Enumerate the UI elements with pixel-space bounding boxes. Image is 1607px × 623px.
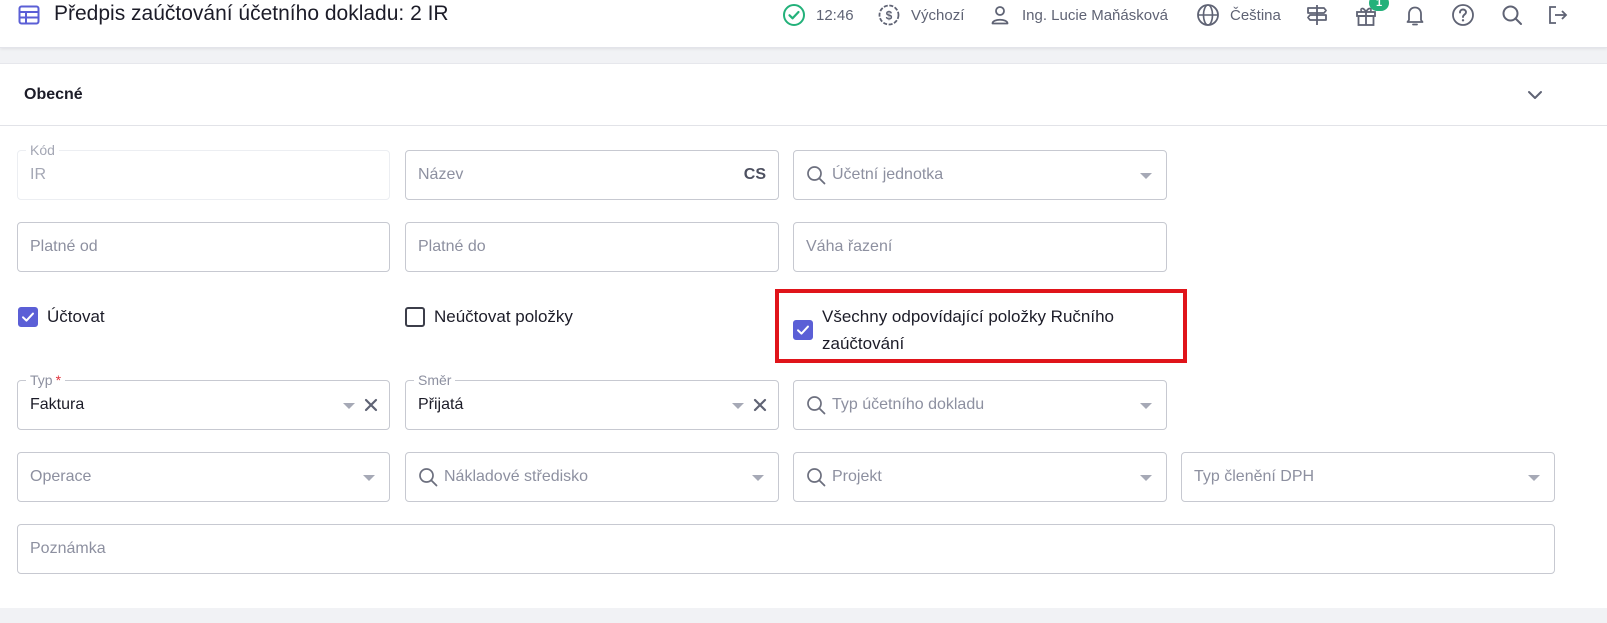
do-not-post-items-checkbox[interactable]: Neúčtovat položky <box>405 307 573 330</box>
globe-icon <box>1197 4 1219 26</box>
note-placeholder: Poznámka <box>30 540 106 557</box>
notification-badge: 1 <box>1369 0 1389 11</box>
svg-text:$: $ <box>886 9 893 23</box>
cost-center-select[interactable]: Nákladové středisko <box>405 452 779 502</box>
chevron-down-icon[interactable] <box>1524 84 1546 106</box>
caret-down-icon <box>1528 475 1540 481</box>
do-not-post-items-label: Neúčtovat položky <box>434 307 573 326</box>
session-time: 12:46 <box>816 6 854 24</box>
note-field[interactable]: Poznámka <box>17 524 1555 574</box>
document-type-placeholder: Typ účetního dokladu <box>832 396 985 413</box>
vat-breakdown-type-placeholder: Typ členění DPH <box>1194 468 1315 485</box>
caret-down-icon <box>363 475 375 481</box>
checkbox-unchecked[interactable] <box>405 307 425 327</box>
type-value: Faktura <box>30 396 85 413</box>
sort-weight-placeholder: Váha řazení <box>806 238 893 255</box>
required-mark: * <box>55 372 62 388</box>
valid-to-field[interactable]: Platné do <box>405 222 779 272</box>
checkbox-checked[interactable] <box>18 307 38 327</box>
close-icon[interactable] <box>752 397 768 413</box>
table-icon <box>18 5 40 25</box>
direction-label: Směr <box>414 371 456 389</box>
currency-profile-label: Výchozí <box>911 6 965 24</box>
caret-down-icon <box>1140 173 1152 179</box>
search-icon[interactable] <box>1500 3 1524 27</box>
bell-icon[interactable] <box>1403 3 1427 27</box>
help-icon[interactable] <box>1451 3 1475 27</box>
search-icon <box>807 468 826 487</box>
user-icon <box>991 6 1009 25</box>
accounting-unit-select[interactable]: Účetní jednotka <box>793 150 1167 200</box>
search-icon <box>419 468 438 487</box>
operation-placeholder: Operace <box>30 468 92 485</box>
page-title: Předpis zaúčtování účetního dokladu: 2 I… <box>54 2 449 25</box>
language-selector[interactable]: Čeština <box>1196 3 1281 27</box>
code-field: Kód IR <box>17 141 390 200</box>
direction-select[interactable]: Směr Přijatá <box>405 371 779 430</box>
caret-down-icon <box>1140 475 1152 481</box>
accounting-unit-placeholder: Účetní jednotka <box>832 166 944 183</box>
operation-select[interactable]: Operace <box>17 452 390 502</box>
session-status[interactable]: 12:46 <box>782 3 854 27</box>
caret-down-icon <box>752 475 764 481</box>
name-language-toggle[interactable]: CS <box>744 166 766 184</box>
valid-from-field[interactable]: Platné od <box>17 222 390 272</box>
direction-value: Přijatá <box>418 396 464 413</box>
post-checkbox[interactable]: Účtovat <box>18 307 105 330</box>
project-placeholder: Projekt <box>832 468 882 485</box>
cost-center-placeholder: Nákladové středisko <box>444 468 589 485</box>
code-value: IR <box>30 166 46 183</box>
currency-profile-selector[interactable]: $ Výchozí <box>877 3 964 27</box>
document-type-select[interactable]: Typ účetního dokladu <box>793 380 1167 430</box>
highlight-box <box>775 289 1187 363</box>
search-icon <box>807 166 826 185</box>
check-circle-icon <box>783 4 805 26</box>
logout-icon[interactable] <box>1546 3 1570 27</box>
caret-down-icon <box>343 403 355 409</box>
name-field[interactable]: Název CS <box>405 150 779 200</box>
dollar-gear-icon: $ <box>878 4 900 26</box>
close-icon[interactable] <box>363 397 379 413</box>
caret-down-icon <box>732 403 744 409</box>
panel-header[interactable]: Obecné <box>0 64 1607 126</box>
sort-weight-field[interactable]: Váha řazení <box>793 222 1167 272</box>
user-menu[interactable]: Ing. Lucie Maňásková <box>988 3 1168 27</box>
valid-from-placeholder: Platné od <box>30 238 98 255</box>
name-placeholder: Název <box>418 166 464 183</box>
code-label: Kód <box>26 141 59 159</box>
panel-title: Obecné <box>24 86 83 103</box>
caret-down-icon <box>1140 403 1152 409</box>
top-bar: Předpis zaúčtování účetního dokladu: 2 I… <box>0 0 1607 48</box>
valid-to-placeholder: Platné do <box>418 238 486 255</box>
type-label: Typ * <box>26 371 66 389</box>
project-select[interactable]: Projekt <box>793 452 1167 502</box>
type-label-text: Typ <box>30 372 53 388</box>
search-icon <box>807 396 826 415</box>
language-label: Čeština <box>1230 6 1281 24</box>
vat-breakdown-type-select[interactable]: Typ členění DPH <box>1181 452 1555 502</box>
post-checkbox-label: Účtovat <box>47 307 105 326</box>
signpost-icon[interactable] <box>1305 3 1329 27</box>
checkmark-icon <box>22 312 34 322</box>
type-select[interactable]: Typ * Faktura <box>17 371 390 430</box>
user-name: Ing. Lucie Maňásková <box>1022 6 1168 24</box>
